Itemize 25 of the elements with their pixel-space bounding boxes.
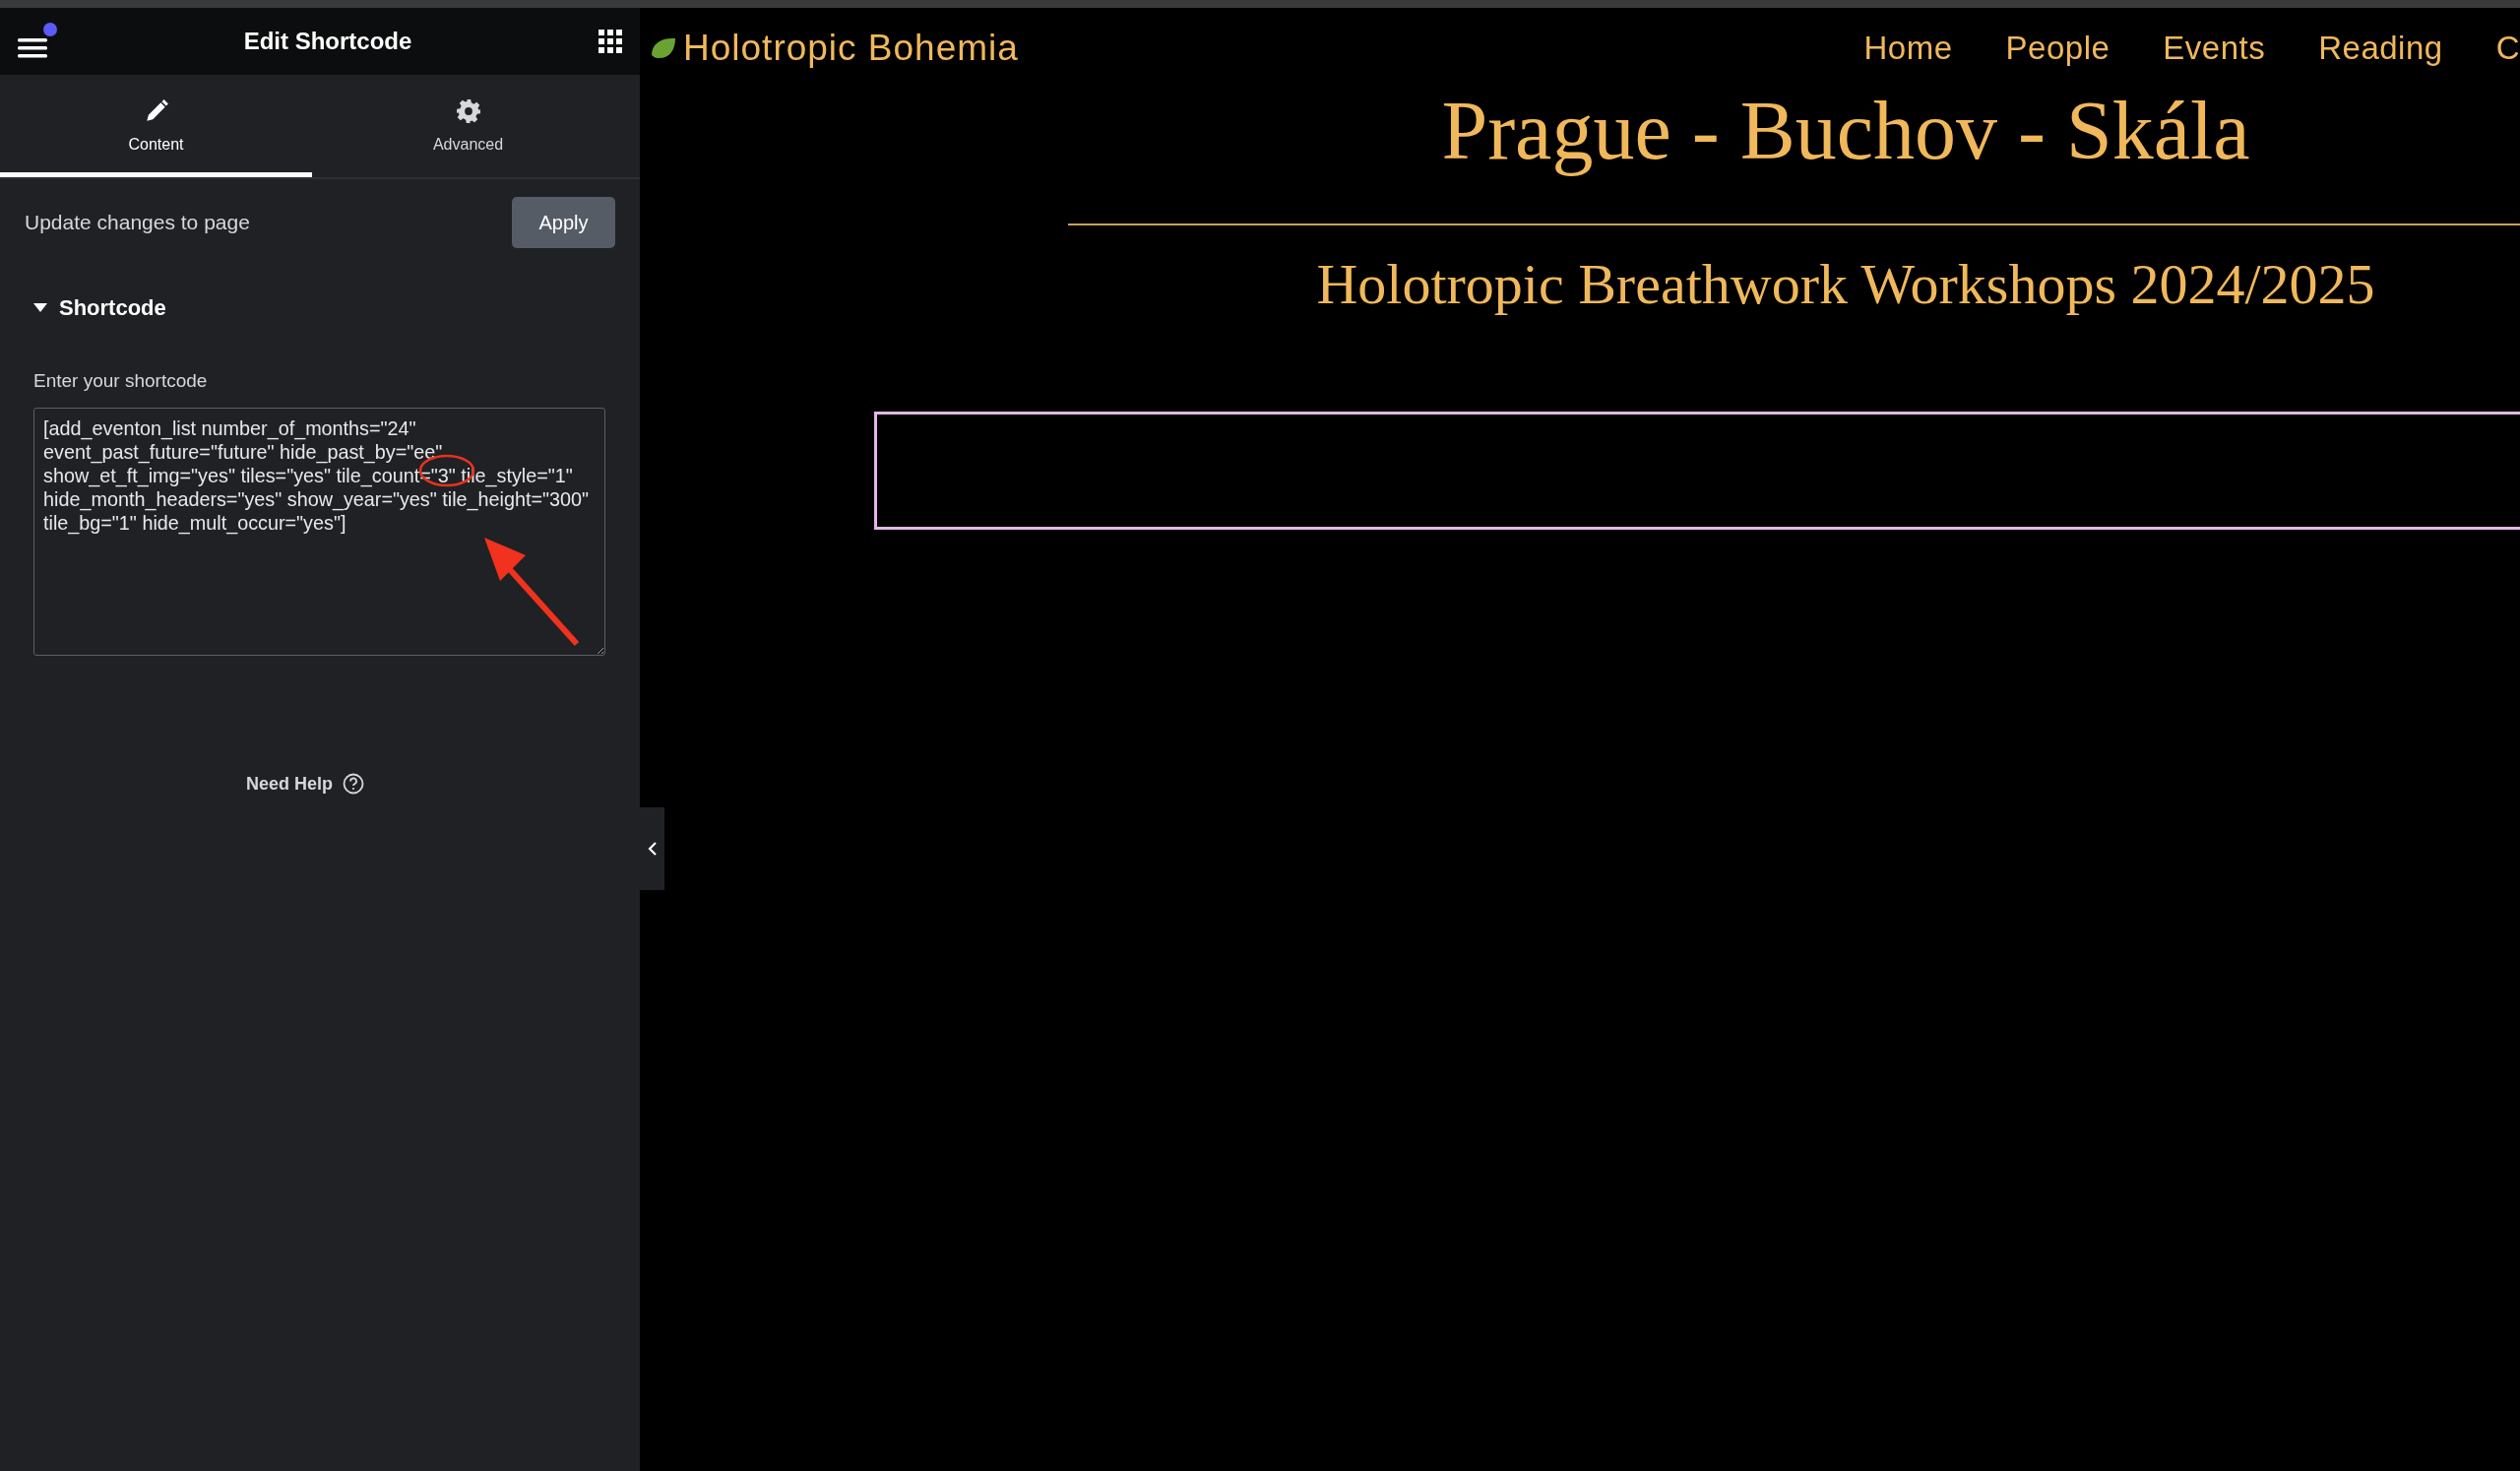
panel-tab[interactable]: Advanced	[312, 75, 624, 177]
help-icon	[343, 773, 364, 795]
section-toggle[interactable]: Shortcode	[33, 295, 640, 321]
nav-link[interactable]: Events	[2163, 30, 2266, 67]
nav-link[interactable]: People	[2005, 30, 2110, 67]
panel-title: Edit Shortcode	[243, 28, 412, 55]
nav-link[interactable]: Reading	[2318, 30, 2443, 67]
grid-icon	[598, 30, 622, 53]
site-brand[interactable]: Holotropic Bohemia	[650, 28, 1019, 69]
page-title: Prague - Buchov - Skála	[1440, 84, 2251, 178]
gear-icon	[455, 98, 481, 124]
menu-icon	[18, 36, 47, 60]
help-link[interactable]: Need Help	[246, 773, 364, 795]
apps-button[interactable]	[598, 30, 622, 53]
leaf-icon	[650, 35, 677, 61]
field-label: Enter your shortcode	[33, 370, 209, 392]
caret-icon	[33, 303, 47, 313]
nav-link[interactable]: C	[2495, 30, 2520, 67]
panel-tab[interactable]: Content	[0, 75, 312, 177]
nav-link[interactable]: Home	[1863, 30, 1953, 67]
chevron-icon	[647, 842, 658, 856]
menu-button[interactable]	[18, 23, 57, 60]
update-label: Update changes to page	[25, 211, 250, 234]
apply-button[interactable]: Apply	[512, 197, 615, 248]
page-subtitle: Holotropic Breathwork Workshops 2024/2025	[1315, 251, 2376, 317]
